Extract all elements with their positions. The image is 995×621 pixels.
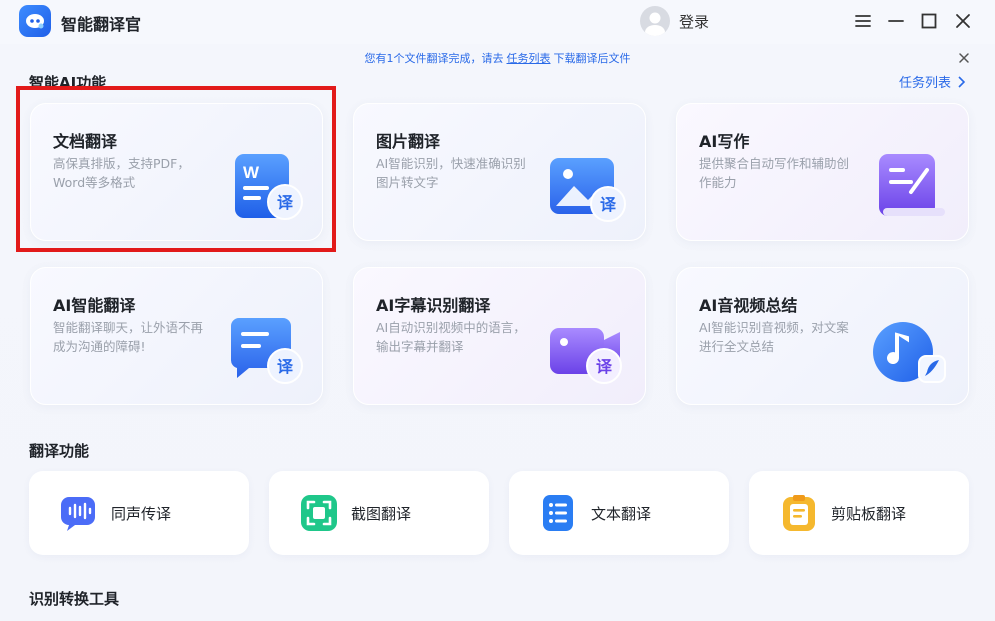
card-title: AI写作 (699, 132, 750, 151)
maximize-icon[interactable] (918, 10, 940, 32)
menu-icon[interactable] (852, 10, 874, 32)
music-summary-icon (869, 312, 951, 394)
clipboard-icon (781, 495, 817, 531)
avatar-icon (640, 6, 670, 36)
chat-translate-icon: 译 (223, 312, 305, 394)
notification-banner: 您有1个文件翻译完成，请去 任务列表 下载翻译后文件 (0, 46, 995, 70)
svg-text:译: 译 (277, 357, 294, 376)
notice-text-before: 您有1个文件翻译完成，请去 (364, 52, 504, 65)
tool-label: 同声传译 (111, 505, 172, 523)
subtitle-translate-icon: 译 (546, 312, 628, 394)
card-title: 文档翻译 (53, 132, 118, 151)
login-label: 登录 (679, 12, 710, 31)
card-ai-smart-translate[interactable]: AI智能翻译 智能翻译聊天，让外语不再成为沟通的障碍! 译 (30, 267, 323, 405)
text-list-icon (541, 495, 577, 531)
tool-simultaneous-interpretation[interactable]: 同声传译 (29, 471, 249, 555)
image-translate-icon: 译 (546, 148, 628, 230)
login-button[interactable]: 登录 (640, 6, 709, 36)
tool-text-translate[interactable]: 文本翻译 (509, 471, 729, 555)
ai-writing-icon (869, 148, 951, 230)
tool-label: 截图翻译 (351, 505, 412, 523)
svg-text:译: 译 (600, 195, 617, 214)
notice-text-after: 下载翻译后文件 (553, 52, 631, 65)
card-ai-writing[interactable]: AI写作 提供聚合自动写作和辅助创作能力 (676, 103, 969, 241)
task-list-link[interactable]: 任务列表 (507, 50, 551, 66)
word-translate-icon: W 译 (223, 148, 305, 230)
card-title: AI智能翻译 (53, 296, 136, 315)
translate-section-title: 翻译功能 (29, 442, 90, 460)
close-icon[interactable] (952, 10, 974, 32)
tool-label: 文本翻译 (591, 505, 652, 523)
card-desc: 智能翻译聊天，让外语不再成为沟通的障碍! (53, 320, 204, 354)
app-title: 智能翻译官 (61, 15, 142, 34)
svg-text:译: 译 (596, 357, 613, 376)
card-title: AI字幕识别翻译 (376, 296, 491, 315)
card-title: AI音视频总结 (699, 296, 798, 315)
convert-section-title: 识别转换工具 (29, 590, 120, 608)
chevron-right-icon (958, 75, 966, 88)
card-desc: 提供聚合自动写作和辅助创作能力 (699, 156, 850, 190)
task-list-button[interactable]: 任务列表 (899, 72, 966, 91)
svg-text:译: 译 (277, 193, 294, 212)
card-image-translate[interactable]: 图片翻译 AI智能识别，快速准确识别图片转文字 译 (353, 103, 646, 241)
card-desc: 高保真排版，支持PDF，Word等多格式 (53, 156, 190, 190)
notice-close-icon[interactable] (956, 50, 972, 66)
card-desc: AI智能识别，快速准确识别图片转文字 (376, 156, 526, 190)
tool-label: 剪贴板翻译 (831, 505, 907, 523)
card-desc: AI智能识别音视频，对文案进行全文总结 (699, 320, 849, 354)
tool-clipboard-translate[interactable]: 剪贴板翻译 (749, 471, 969, 555)
minimize-icon[interactable] (885, 10, 907, 32)
voice-wave-icon (61, 495, 97, 531)
card-audio-video-summary[interactable]: AI音视频总结 AI智能识别音视频，对文案进行全文总结 (676, 267, 969, 405)
card-title: 图片翻译 (376, 132, 441, 151)
card-desc: AI自动识别视频中的语言，输出字幕并翻译 (376, 320, 526, 354)
app-logo-icon (19, 5, 51, 37)
card-document-translate[interactable]: 文档翻译 高保真排版，支持PDF，Word等多格式 W 译 (30, 103, 323, 241)
screenshot-scan-icon (301, 495, 337, 531)
task-list-label: 任务列表 (899, 76, 952, 91)
title-bar: 智能翻译官 登录 (0, 0, 995, 44)
ai-section-title: 智能AI功能 (29, 74, 107, 92)
card-subtitle-translate[interactable]: AI字幕识别翻译 AI自动识别视频中的语言，输出字幕并翻译 译 (353, 267, 646, 405)
tool-screenshot-translate[interactable]: 截图翻译 (269, 471, 489, 555)
svg-text:W: W (243, 163, 260, 182)
